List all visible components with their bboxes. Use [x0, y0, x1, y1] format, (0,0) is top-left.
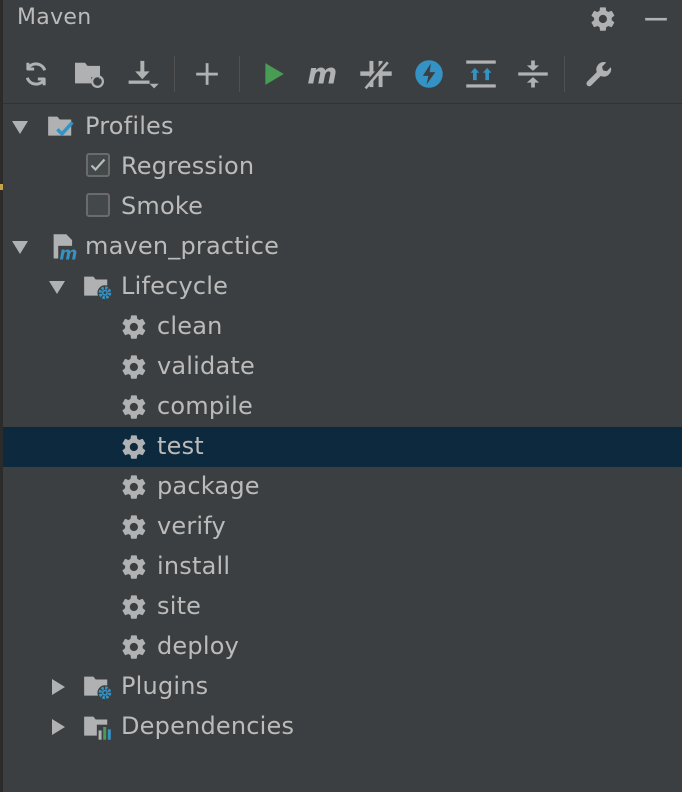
expand-arrow-right-icon[interactable]: [49, 718, 67, 736]
collapse-all-button[interactable]: [515, 56, 551, 92]
expand-arrow-down-icon[interactable]: [11, 238, 29, 256]
wrench-icon: [586, 62, 612, 87]
goal-gear-icon: [119, 313, 149, 341]
toolbar-separator: [239, 56, 240, 92]
lifecycle-folder-gear-icon: [83, 273, 113, 301]
tree-node-profiles[interactable]: Profiles: [3, 107, 682, 147]
profiles-folder-check-icon: [47, 113, 77, 141]
expand-arrow-down-icon[interactable]: [48, 278, 66, 296]
dependencies-folder-chart-icon: [83, 713, 113, 741]
lifecycle-goal-validate[interactable]: validate: [3, 347, 682, 387]
refresh-icon: [25, 62, 47, 86]
goal-gear-icon: [119, 633, 149, 661]
expand-all-icon: [466, 60, 496, 88]
goal-label: test: [157, 432, 204, 460]
tree-node-label: Dependencies: [121, 712, 295, 740]
maven-m-icon: m: [307, 59, 337, 89]
goal-label: site: [157, 592, 202, 620]
plugins-folder-gear-icon: [83, 673, 113, 701]
goal-label: compile: [157, 392, 253, 420]
lifecycle-goal-compile[interactable]: compile: [3, 387, 682, 427]
tree-node-label: Plugins: [121, 672, 209, 700]
lifecycle-goal-deploy[interactable]: deploy: [3, 627, 682, 667]
goal-gear-icon: [119, 513, 149, 541]
profile-item-regression[interactable]: Regression: [3, 147, 682, 187]
profile-label: Regression: [121, 152, 255, 180]
play-icon: [265, 63, 284, 85]
settings-button[interactable]: [587, 4, 619, 34]
lifecycle-goal-verify[interactable]: verify: [3, 507, 682, 547]
tree-node-project[interactable]: m maven_practice: [3, 227, 682, 267]
goal-gear-icon: [119, 473, 149, 501]
run-button[interactable]: [256, 56, 292, 92]
title-bar: Maven: [3, 0, 682, 40]
svg-text:m: m: [59, 245, 77, 262]
toolbar-divider: [3, 103, 682, 104]
collapse-all-icon: [518, 60, 548, 88]
tree-node-lifecycle[interactable]: Lifecycle: [3, 267, 682, 307]
lifecycle-goal-package[interactable]: package: [3, 467, 682, 507]
tree-node-dependencies[interactable]: Dependencies: [3, 707, 682, 747]
maven-project-icon: m: [49, 233, 79, 262]
goal-gear-icon: [119, 593, 149, 621]
lifecycle-goal-clean[interactable]: clean: [3, 307, 682, 347]
toolbar-separator: [564, 56, 565, 92]
lifecycle-goal-install[interactable]: install: [3, 547, 682, 587]
profile-label: Smoke: [121, 192, 204, 220]
minimize-button[interactable]: [640, 4, 672, 34]
goal-label: validate: [157, 352, 255, 380]
show-dependencies-button[interactable]: [463, 56, 499, 92]
toolbar-separator: [174, 56, 175, 92]
folder-refresh-icon: [75, 62, 105, 89]
svg-text:m: m: [307, 59, 337, 89]
gear-icon: [591, 7, 615, 31]
tree-node-label: maven_practice: [85, 232, 280, 260]
lightning-icon: [415, 60, 443, 88]
profile-item-smoke[interactable]: Smoke: [3, 187, 682, 227]
goal-label: package: [157, 472, 260, 500]
offline-icon: [360, 59, 392, 90]
checkmark-icon: [90, 158, 106, 172]
reload-button[interactable]: [18, 56, 54, 92]
tool-window-title: Maven: [17, 5, 92, 30]
goal-label: deploy: [157, 632, 239, 660]
lifecycle-goal-site[interactable]: site: [3, 587, 682, 627]
download-button[interactable]: [125, 56, 161, 92]
profile-checkbox-unchecked[interactable]: [86, 193, 110, 217]
plus-icon: [196, 63, 218, 85]
expand-arrow-down-icon[interactable]: [11, 118, 29, 136]
skip-tests-button[interactable]: [411, 56, 447, 92]
expand-arrow-right-icon[interactable]: [49, 678, 67, 696]
goal-gear-icon: [119, 553, 149, 581]
tree-node-label: Profiles: [85, 112, 174, 140]
maven-tool-window: Maven m Profiles Regression Smoke m mave…: [0, 0, 682, 792]
profile-checkbox-checked[interactable]: [86, 153, 110, 177]
goal-gear-icon: [119, 433, 149, 461]
execute-goal-button[interactable]: m: [306, 56, 342, 92]
lifecycle-goal-test[interactable]: test: [3, 427, 682, 467]
goal-label: verify: [157, 512, 226, 540]
goal-gear-icon: [119, 393, 149, 421]
goal-label: clean: [157, 312, 223, 340]
add-project-button[interactable]: [189, 56, 225, 92]
minus-icon: [645, 17, 667, 21]
tree-node-plugins[interactable]: Plugins: [3, 667, 682, 707]
maven-settings-button[interactable]: [581, 56, 617, 92]
goal-label: install: [157, 552, 231, 580]
toggle-offline-button[interactable]: [358, 56, 394, 92]
goal-gear-icon: [119, 353, 149, 381]
tree-node-label: Lifecycle: [121, 272, 229, 300]
download-icon: [128, 60, 159, 89]
generate-sources-button[interactable]: [72, 56, 108, 92]
maven-toolbar: m: [3, 48, 682, 100]
